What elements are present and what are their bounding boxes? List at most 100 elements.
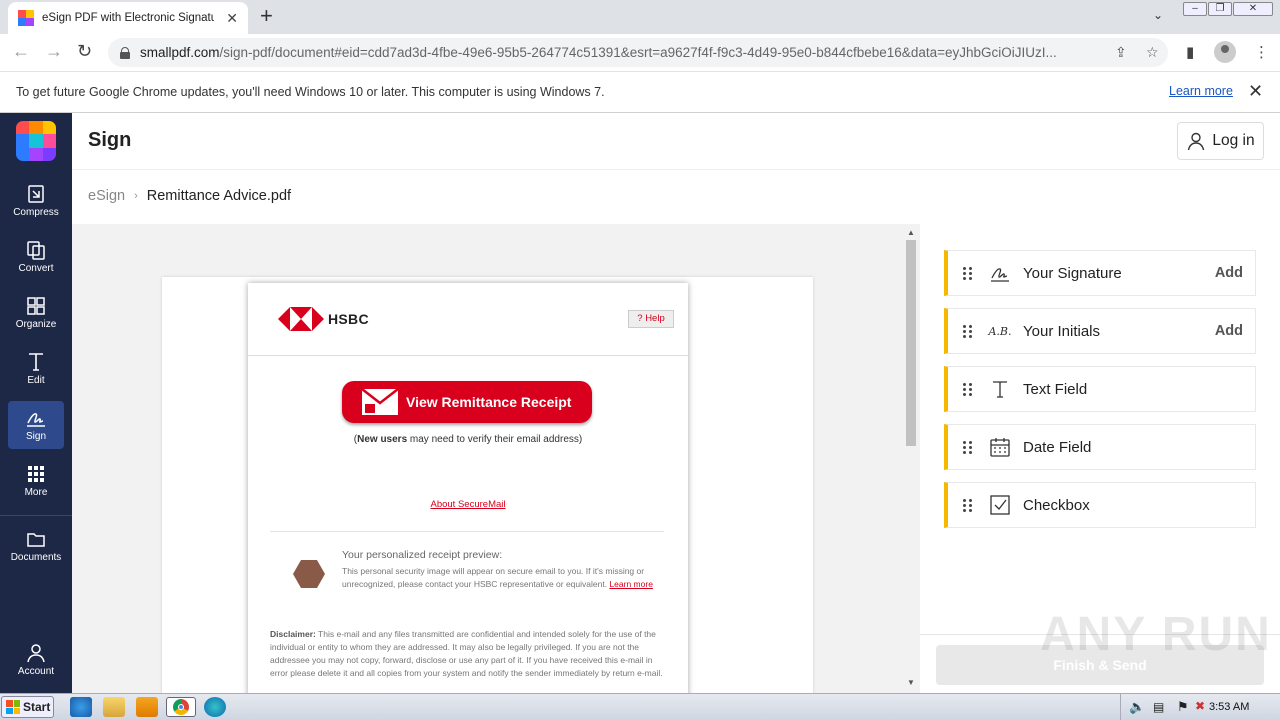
media-player-icon[interactable] [136, 697, 158, 717]
restore-window-button[interactable]: ❐ [1208, 2, 1232, 16]
sidebar-item-account[interactable]: Account [8, 636, 64, 684]
sign-icon [27, 413, 45, 427]
help-button[interactable]: ? Help [628, 310, 674, 328]
about-securemail-link[interactable]: About SecureMail [248, 499, 688, 510]
system-tray: 🔈 ▤ ⚑ ✖ [1120, 694, 1280, 720]
organize-icon [27, 297, 45, 315]
sidebar-item-edit[interactable]: Edit [8, 345, 64, 393]
flag-icon[interactable]: ⚑ [1177, 699, 1189, 715]
preview-text: This personal security image will appear… [342, 566, 653, 589]
chrome-menu-icon[interactable]: ⋮ [1254, 43, 1269, 61]
profile-avatar-icon[interactable] [1214, 41, 1236, 63]
url-text: smallpdf.com/sign-pdf/document#eid=cdd7a… [140, 45, 1057, 60]
address-bar[interactable]: smallpdf.com/sign-pdf/document#eid=cdd7a… [108, 38, 1168, 67]
scroll-thumb[interactable] [906, 240, 916, 446]
field-text-field[interactable]: Text Field [944, 366, 1256, 412]
taskbar-clock[interactable]: 3:53 AM [1209, 701, 1249, 713]
page-title: Sign [88, 129, 132, 151]
document-scrollbar[interactable]: ▲ ▼ [904, 226, 918, 691]
sidebar-divider [0, 515, 72, 516]
breadcrumb-current: Remittance Advice.pdf [146, 188, 292, 204]
login-label: Log in [1212, 132, 1255, 149]
scroll-up-icon[interactable]: ▲ [907, 228, 915, 237]
folder-icon [27, 533, 45, 547]
field-checkbox[interactable]: Checkbox [944, 482, 1256, 528]
edit-icon [29, 353, 43, 371]
lock-icon [120, 46, 130, 59]
forward-icon[interactable]: → [45, 41, 63, 62]
pdf-page[interactable]: HSBC ? Help View Remittance Receipt (New… [162, 277, 813, 693]
preview-learn-more-link[interactable]: Learn more [609, 579, 652, 589]
sidebar-item-sign[interactable]: Sign [8, 401, 64, 449]
field-label: Your Initials [1023, 322, 1100, 340]
windows-taskbar: Start 🔈 ▤ ⚑ ✖ 3:53 AM [0, 693, 1280, 720]
file-explorer-icon[interactable] [103, 697, 125, 717]
network-icon[interactable]: ▤ [1153, 700, 1164, 714]
app-header: Sign Log in [72, 113, 1280, 170]
browser-toolbar: ← → ↻ smallpdf.com/sign-pdf/document#eid… [0, 34, 1280, 72]
breadcrumb-root[interactable]: eSign [88, 188, 125, 204]
close-window-button[interactable]: ✕ [1233, 2, 1273, 16]
windows-logo-icon [6, 700, 20, 714]
view-remittance-button[interactable]: View Remittance Receipt [342, 381, 592, 423]
start-button[interactable]: Start [1, 696, 54, 718]
field-your-signature[interactable]: Your Signature Add [944, 250, 1256, 296]
preview-title: Your personalized receipt preview: [342, 549, 503, 561]
edge-icon[interactable] [204, 697, 226, 717]
tab-close-icon[interactable]: ✕ [226, 10, 238, 27]
side-panel-icon[interactable]: ▮ [1186, 43, 1194, 61]
field-label: Checkbox [1023, 496, 1090, 514]
sidebar-item-more[interactable]: More [8, 457, 64, 505]
document-viewer[interactable]: HSBC ? Help View Remittance Receipt (New… [72, 224, 920, 693]
tab-title: eSign PDF with Electronic Signature | [42, 12, 214, 24]
field-date-field[interactable]: Date Field [944, 424, 1256, 470]
user-icon [1188, 132, 1205, 151]
add-signature-button[interactable]: Add [1215, 265, 1243, 281]
field-your-initials[interactable]: A.B. Your Initials Add [944, 308, 1256, 354]
field-label: Date Field [1023, 438, 1092, 456]
sidebar-item-documents[interactable]: Documents [8, 522, 64, 570]
reload-icon[interactable]: ↻ [77, 41, 92, 62]
sidebar-item-label: Edit [27, 375, 45, 386]
minimize-window-button[interactable]: – [1183, 2, 1207, 16]
chrome-taskbar-button[interactable] [166, 697, 196, 717]
email-content: HSBC ? Help View Remittance Receipt (New… [248, 283, 688, 693]
sidebar-item-organize[interactable]: Organize [8, 289, 64, 337]
security-alert-icon[interactable]: ✖ [1195, 699, 1205, 713]
infobar-close-icon[interactable]: ✕ [1248, 81, 1263, 102]
smallpdf-logo[interactable] [16, 121, 56, 161]
sidebar-item-label: More [24, 487, 48, 498]
new-tab-icon[interactable]: + [260, 5, 273, 27]
scroll-down-icon[interactable]: ▼ [907, 678, 915, 687]
browser-tab-strip: eSign PDF with Electronic Signature | ✕ … [0, 0, 1280, 34]
drag-handle-icon[interactable] [963, 266, 973, 280]
email-divider [270, 531, 664, 532]
sidebar-item-label: Convert [18, 263, 54, 274]
field-label: Your Signature [1023, 264, 1122, 282]
bookmark-star-icon[interactable]: ☆ [1146, 44, 1159, 61]
learn-more-link[interactable]: Learn more [1169, 84, 1233, 98]
sidebar-item-label: Compress [13, 207, 59, 218]
tab-search-icon[interactable]: ⌄ [1153, 8, 1163, 22]
sidebar-item-compress[interactable]: Compress [8, 177, 64, 225]
speaker-icon[interactable]: 🔈 [1129, 699, 1145, 715]
share-icon[interactable]: ⇪ [1115, 44, 1127, 61]
add-initials-button[interactable]: Add [1215, 323, 1243, 339]
new-users-note: (New users may need to verify their emai… [353, 434, 583, 445]
back-icon[interactable]: ← [12, 41, 30, 62]
login-button[interactable]: Log in [1177, 122, 1264, 160]
sidebar-item-convert[interactable]: Convert [8, 233, 64, 281]
smallpdf-favicon [18, 10, 34, 26]
sidebar-item-label: Account [17, 666, 55, 677]
drag-handle-icon[interactable] [963, 324, 973, 338]
anyrun-watermark: ANY RUN [1040, 608, 1272, 661]
convert-icon [27, 241, 45, 260]
internet-explorer-icon[interactable] [70, 697, 92, 717]
view-remittance-label: View Remittance Receipt [406, 394, 572, 410]
drag-handle-icon[interactable] [963, 382, 973, 396]
infobar-message: To get future Google Chrome updates, you… [16, 85, 605, 99]
hsbc-logo: HSBC [278, 307, 369, 331]
drag-handle-icon[interactable] [963, 498, 973, 512]
browser-tab[interactable]: eSign PDF with Electronic Signature | ✕ [8, 2, 248, 34]
drag-handle-icon[interactable] [963, 440, 973, 454]
